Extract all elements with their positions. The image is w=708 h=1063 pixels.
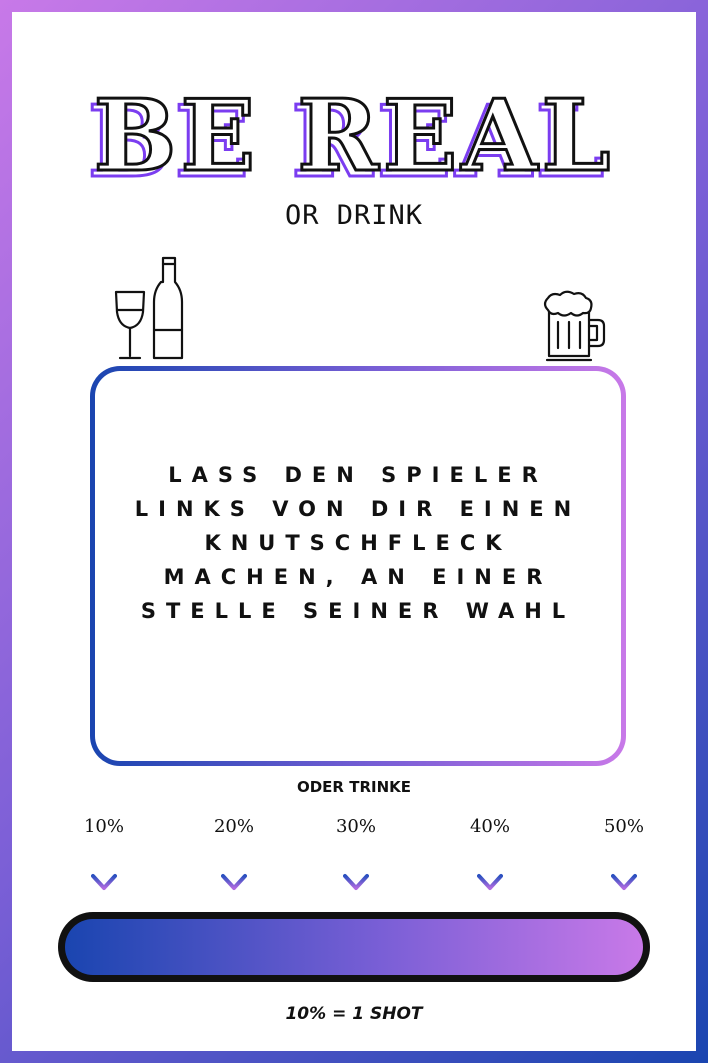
marker-10: 10% [64,816,144,892]
marker-50: 50% [584,816,664,892]
subtitle: OR DRINK [284,200,424,231]
marker-label: 50% [603,816,644,837]
challenge-text: Lass den Spieler links von dir einen Knu… [134,463,582,623]
marker-label: 20% [213,816,254,837]
marker-30: 30% [316,816,396,892]
beer-mug-icon [543,290,606,362]
arrow-down-icon [477,850,503,890]
marker-20: 20% [194,816,274,892]
page-title: BE REAL [92,79,615,194]
marker-label: 40% [469,816,510,837]
drink-progress-fill [65,919,643,975]
marker-label: 30% [335,816,376,837]
arrow-down-icon [343,850,369,890]
arrow-down-icon [91,850,117,890]
marker-label: 10% [83,816,124,837]
arrow-down-icon [221,850,247,890]
marker-40: 40% [450,816,530,892]
drink-progress-bar [58,912,650,982]
arrow-down-icon [611,850,637,890]
challenge-card: Lass den Spieler links von dir einen Knu… [90,366,626,766]
title-group: BE REAL BE REAL [0,79,708,199]
shot-legend: 10% = 1 SHOT [285,1004,423,1024]
or-drink-label: ODER TRINKE [296,778,411,796]
challenge-card-body: Lass den Spieler links von dir einen Knu… [95,371,621,761]
wine-glass-and-bottle-icon [114,256,184,360]
